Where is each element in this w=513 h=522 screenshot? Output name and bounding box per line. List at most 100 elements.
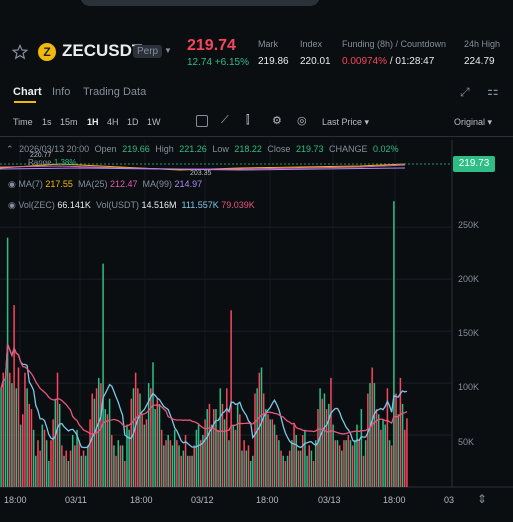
volume-bar: [308, 445, 311, 487]
x-tick-7: 18:00: [383, 495, 406, 505]
volume-bar: [395, 393, 397, 487]
range-label: Range: [28, 158, 52, 167]
volume-bar: [228, 440, 230, 487]
volume-bar: [260, 367, 263, 487]
x-tick-1: 18:00: [4, 495, 27, 505]
volume-bar: [0, 388, 2, 487]
volume-bar: [403, 429, 406, 487]
volume-bar: [61, 445, 63, 487]
volume-bar: [297, 450, 300, 487]
volume-bar: [145, 419, 148, 487]
volume-bar: [58, 403, 61, 487]
volume-bar: [343, 440, 345, 487]
volume-bar: [247, 445, 250, 487]
change-label: CHANGE: [328, 144, 368, 154]
volume-bar: [397, 414, 399, 488]
y-tick-200k: 200K: [458, 274, 480, 284]
volume-bar: [171, 445, 174, 487]
volume-bar: [50, 440, 52, 487]
volume-bar: [325, 409, 328, 487]
volume-bar: [204, 419, 206, 487]
volume-bar: [265, 409, 267, 487]
volume-ma-fast-line: [0, 343, 408, 449]
volume-bar: [84, 455, 87, 487]
volume-bar: [197, 424, 200, 487]
volume-bar: [317, 409, 319, 487]
ma7-label: MA(7): [18, 179, 43, 189]
volume-bar: [4, 377, 7, 487]
vol-usdt-label: Vol(USDT): [95, 200, 139, 210]
volume-bar: [48, 461, 50, 487]
x-tick-4: 03/12: [191, 495, 214, 505]
volume-bar: [26, 388, 28, 487]
volume-bar: [323, 393, 326, 487]
volume-bar: [310, 450, 313, 487]
volume-bar: [358, 440, 360, 487]
x-tick-6: 03/13: [318, 495, 341, 505]
volume-bar: [39, 450, 41, 487]
volume-bar: [349, 440, 352, 487]
volume-bar: [132, 388, 135, 487]
volume-bar: [299, 450, 302, 487]
ma-legend-row: ◉ MA(7) 217.55 MA(25) 212.47 MA(99) 214.…: [8, 179, 202, 190]
volume-bar: [165, 440, 167, 487]
volume-bar: [30, 409, 33, 487]
volume-bar: [141, 414, 143, 488]
volume-bar: [267, 414, 269, 488]
visibility-eye-icon[interactable]: ◉: [8, 179, 16, 189]
volume-bar: [74, 445, 76, 487]
volume-bar: [345, 440, 347, 487]
volume-bar: [295, 435, 297, 487]
volume-bar: [221, 403, 224, 487]
volume-bar: [11, 383, 13, 487]
volume-bar: [234, 429, 237, 487]
volume-bar: [35, 455, 37, 487]
volume-bar: [178, 445, 180, 487]
volume-bar: [401, 403, 404, 487]
volume-bar: [304, 429, 306, 487]
volume-bar: [356, 424, 358, 487]
collapse-chevron-icon[interactable]: ⌃: [6, 144, 14, 154]
volume-bar: [191, 455, 193, 487]
y-tick-100k: 100K: [458, 382, 480, 392]
volume-bar: [390, 445, 393, 487]
ma7-value: 217.55: [45, 179, 73, 189]
volume-bar: [293, 424, 295, 487]
volume-bar: [186, 455, 189, 487]
volume-bar: [369, 383, 371, 487]
volume-bar: [154, 409, 156, 487]
volume-bar: [156, 398, 159, 487]
vol-zec-label: Vol(ZEC): [18, 200, 55, 210]
y-tick-50k: 50K: [458, 437, 475, 447]
volume-bar: [63, 455, 65, 487]
volume-bar: [87, 445, 89, 487]
chart-canvas: [0, 140, 513, 488]
volume-bar: [102, 263, 104, 487]
axis-scale-toggle-icon[interactable]: ⇕: [477, 492, 487, 506]
volume-bar: [306, 455, 308, 487]
volume-bar: [245, 450, 248, 487]
volume-bar: [45, 440, 48, 487]
vol-usdt-value: 14.516M: [141, 200, 177, 210]
volume-bar: [176, 440, 178, 487]
volume-bar: [24, 372, 26, 487]
volume-bar: [371, 367, 373, 487]
volume-bar: [180, 455, 182, 487]
volume-bar: [269, 419, 271, 487]
volume-bar: [69, 450, 72, 487]
low-label: Low: [212, 144, 229, 154]
volume-bar: [223, 419, 226, 487]
volume-bar: [167, 435, 169, 487]
close-label: Close: [267, 144, 291, 154]
volume-bar: [332, 424, 334, 487]
y-tick-150k: 150K: [458, 328, 480, 338]
volume-bar: [226, 388, 228, 487]
volume-eye-icon[interactable]: ◉: [8, 200, 16, 210]
volume-bar: [41, 424, 44, 487]
volume-bar: [406, 418, 408, 487]
range-value: 1.38%: [53, 158, 77, 167]
volume-bar: [301, 435, 304, 487]
volume-bar: [315, 440, 317, 487]
volume-bar: [108, 398, 111, 487]
volume-bar: [243, 440, 245, 487]
